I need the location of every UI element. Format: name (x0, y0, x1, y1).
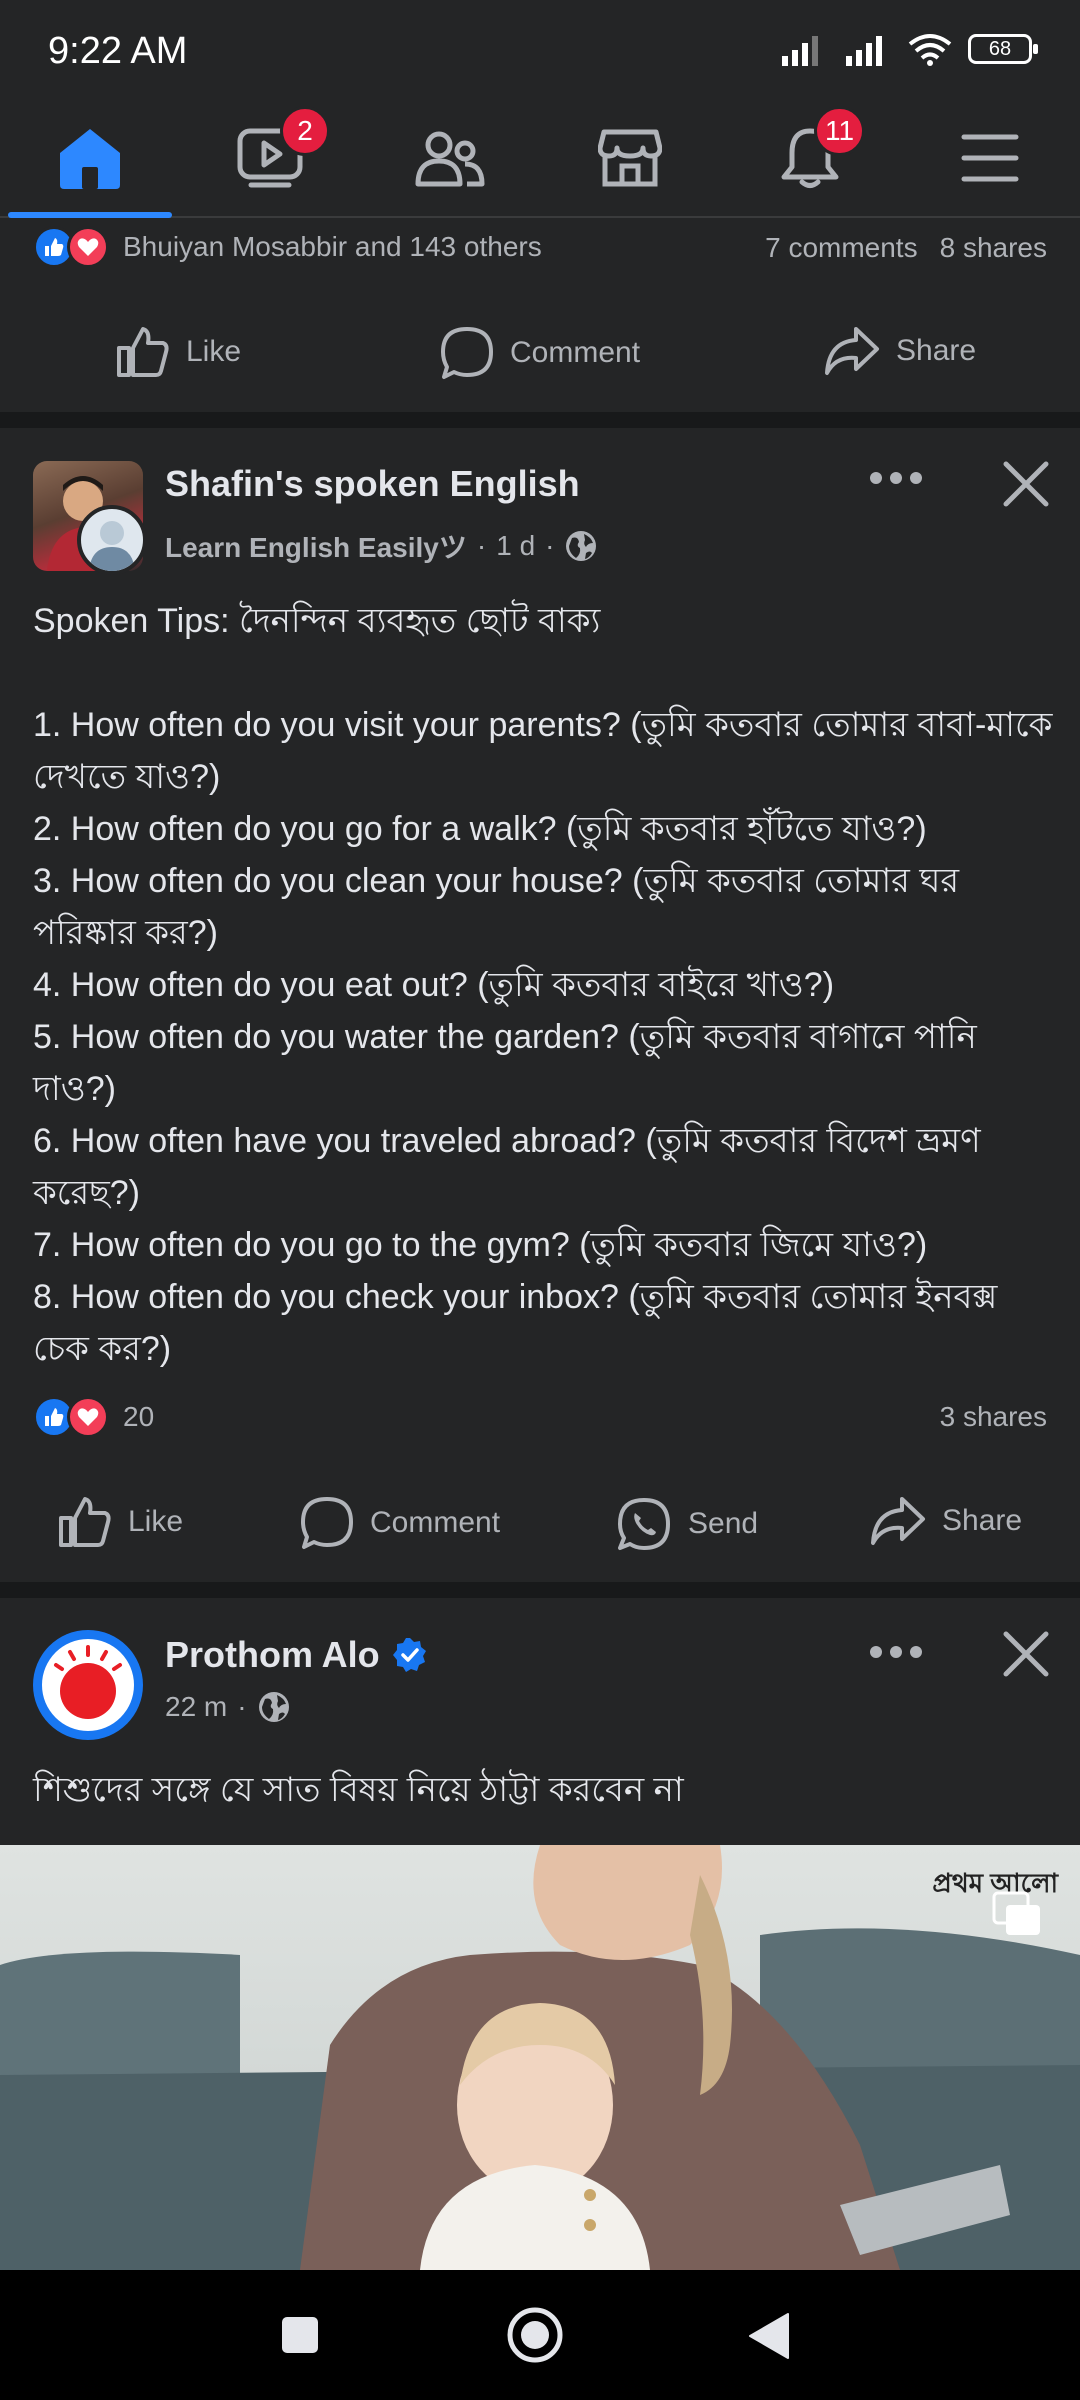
more-options-icon (870, 1646, 922, 1658)
like-label: Like (128, 1505, 184, 1538)
post1-author-name[interactable]: Shafin's spoken English (165, 463, 580, 505)
meta-separator: · (237, 1691, 247, 1722)
status-time: 9:22 AM (48, 30, 188, 72)
share-label: Share (896, 334, 977, 367)
post2-time[interactable]: 22 m (165, 1691, 227, 1723)
signal-icon (846, 36, 882, 66)
system-navigation-bar (0, 2270, 1080, 2400)
like-icon (59, 1497, 111, 1547)
post1-meta: Learn English Easilyツ · 1 d · (165, 526, 598, 566)
nav-home[interactable] (0, 100, 180, 218)
square-icon (282, 2317, 318, 2353)
close-icon (1003, 1631, 1049, 1677)
like-label: Like (186, 335, 242, 368)
reaction-icons (33, 226, 109, 268)
post2-hide-button[interactable] (1002, 1630, 1050, 1678)
nav-menu[interactable] (900, 100, 1080, 216)
share-button[interactable]: Share (870, 1496, 1022, 1546)
share-icon (825, 327, 879, 375)
post2-text: শিশুদের সঙ্গে যে সাত বিষয় নিয়ে ঠাট্টা … (33, 1771, 684, 1809)
meta-separator: · (545, 530, 555, 561)
post2-image[interactable]: প্রথম আলো (0, 1845, 1080, 2270)
image-gallery-indicator (992, 1891, 1044, 1939)
post2-meta: 22 m · (165, 1690, 291, 1724)
post1-more-options[interactable] (868, 470, 924, 486)
like-button[interactable]: Like (58, 1496, 183, 1548)
friends-icon (415, 131, 485, 187)
marketplace-icon (598, 129, 662, 187)
user-avatar (77, 505, 147, 575)
home-button[interactable] (506, 2306, 564, 2364)
post2-more-options[interactable] (868, 1644, 924, 1660)
prev-post-reactions[interactable]: Bhuiyan Mosabbir and 143 others (33, 226, 542, 268)
signal-icon (782, 36, 818, 66)
nav-friends[interactable] (360, 100, 540, 216)
verified-badge-icon (392, 1638, 426, 1672)
back-triangle-icon (749, 2313, 789, 2359)
status-icons: 68 (780, 32, 1038, 66)
send-button[interactable]: Send (616, 1496, 758, 1552)
post1-avatar[interactable] (33, 461, 147, 577)
whatsapp-icon (618, 1498, 670, 1550)
shares-count[interactable]: 8 shares (940, 232, 1047, 264)
comment-button[interactable]: Comment (440, 326, 640, 380)
close-icon (1003, 461, 1049, 507)
comment-button[interactable]: Comment (300, 1496, 500, 1550)
comment-icon (301, 1497, 353, 1549)
reaction-icons (33, 1396, 109, 1438)
comment-icon (441, 327, 493, 379)
post-divider (0, 412, 1080, 428)
like-button[interactable]: Like (116, 326, 241, 378)
post2-avatar[interactable] (33, 1630, 143, 1740)
post1-time[interactable]: 1 d (496, 530, 535, 562)
more-options-icon (870, 472, 922, 484)
watch-badge: 2 (280, 106, 330, 156)
reaction-count: 20 (123, 1401, 155, 1432)
nav-marketplace[interactable] (540, 100, 720, 216)
globe-icon (566, 531, 597, 561)
nav-watch[interactable]: 2 (180, 100, 360, 216)
notifications-badge: 11 (814, 106, 866, 156)
like-icon (117, 327, 169, 377)
globe-icon (258, 1692, 289, 1722)
meta-separator: · (476, 530, 487, 561)
share-button[interactable]: Share (824, 326, 976, 376)
prev-post-counts: 7 comments 8 shares (765, 232, 1047, 264)
send-label: Send (688, 1507, 759, 1540)
top-navigation: 2 11 (0, 100, 1080, 218)
home-icon (60, 129, 120, 189)
share-label: Share (942, 1504, 1023, 1537)
recent-apps-button[interactable] (280, 2315, 320, 2355)
post1-subtitle[interactable]: Learn English Easilyツ (165, 526, 467, 566)
reactions-text: Bhuiyan Mosabbir and 143 others (123, 231, 542, 262)
status-bar: 9:22 AM 68 (0, 0, 1080, 100)
post2-author-name[interactable]: Prothom Alo (165, 1634, 380, 1676)
share-icon (871, 1497, 925, 1545)
love-reaction-icon (67, 1396, 109, 1438)
back-button[interactable] (748, 2312, 790, 2360)
nav-notifications[interactable]: 11 (720, 100, 900, 216)
post1-text: Spoken Tips: দৈনন্দিন ব্যবহৃত ছোট বাক্য … (33, 602, 1053, 1368)
comment-label: Comment (510, 336, 641, 369)
battery-level: 68 (988, 37, 1012, 60)
wifi-icon (908, 34, 952, 66)
battery-icon: 68 (968, 34, 1038, 64)
comment-label: Comment (370, 1506, 501, 1539)
post1-shares-count[interactable]: 3 shares (940, 1401, 1047, 1433)
hamburger-menu-icon (961, 134, 1019, 182)
comments-count[interactable]: 7 comments (765, 232, 918, 264)
love-reaction-icon (67, 226, 109, 268)
post1-reactions[interactable]: 20 (33, 1396, 154, 1438)
prothom-alo-logo (42, 1639, 134, 1731)
circle-icon (507, 2307, 563, 2363)
post2-author[interactable]: Prothom Alo (165, 1634, 428, 1676)
post1-hide-button[interactable] (1002, 460, 1050, 508)
multiple-images-icon (992, 1891, 1040, 1935)
post-divider (0, 1582, 1080, 1598)
mother-and-child-photo (0, 1845, 1080, 2270)
